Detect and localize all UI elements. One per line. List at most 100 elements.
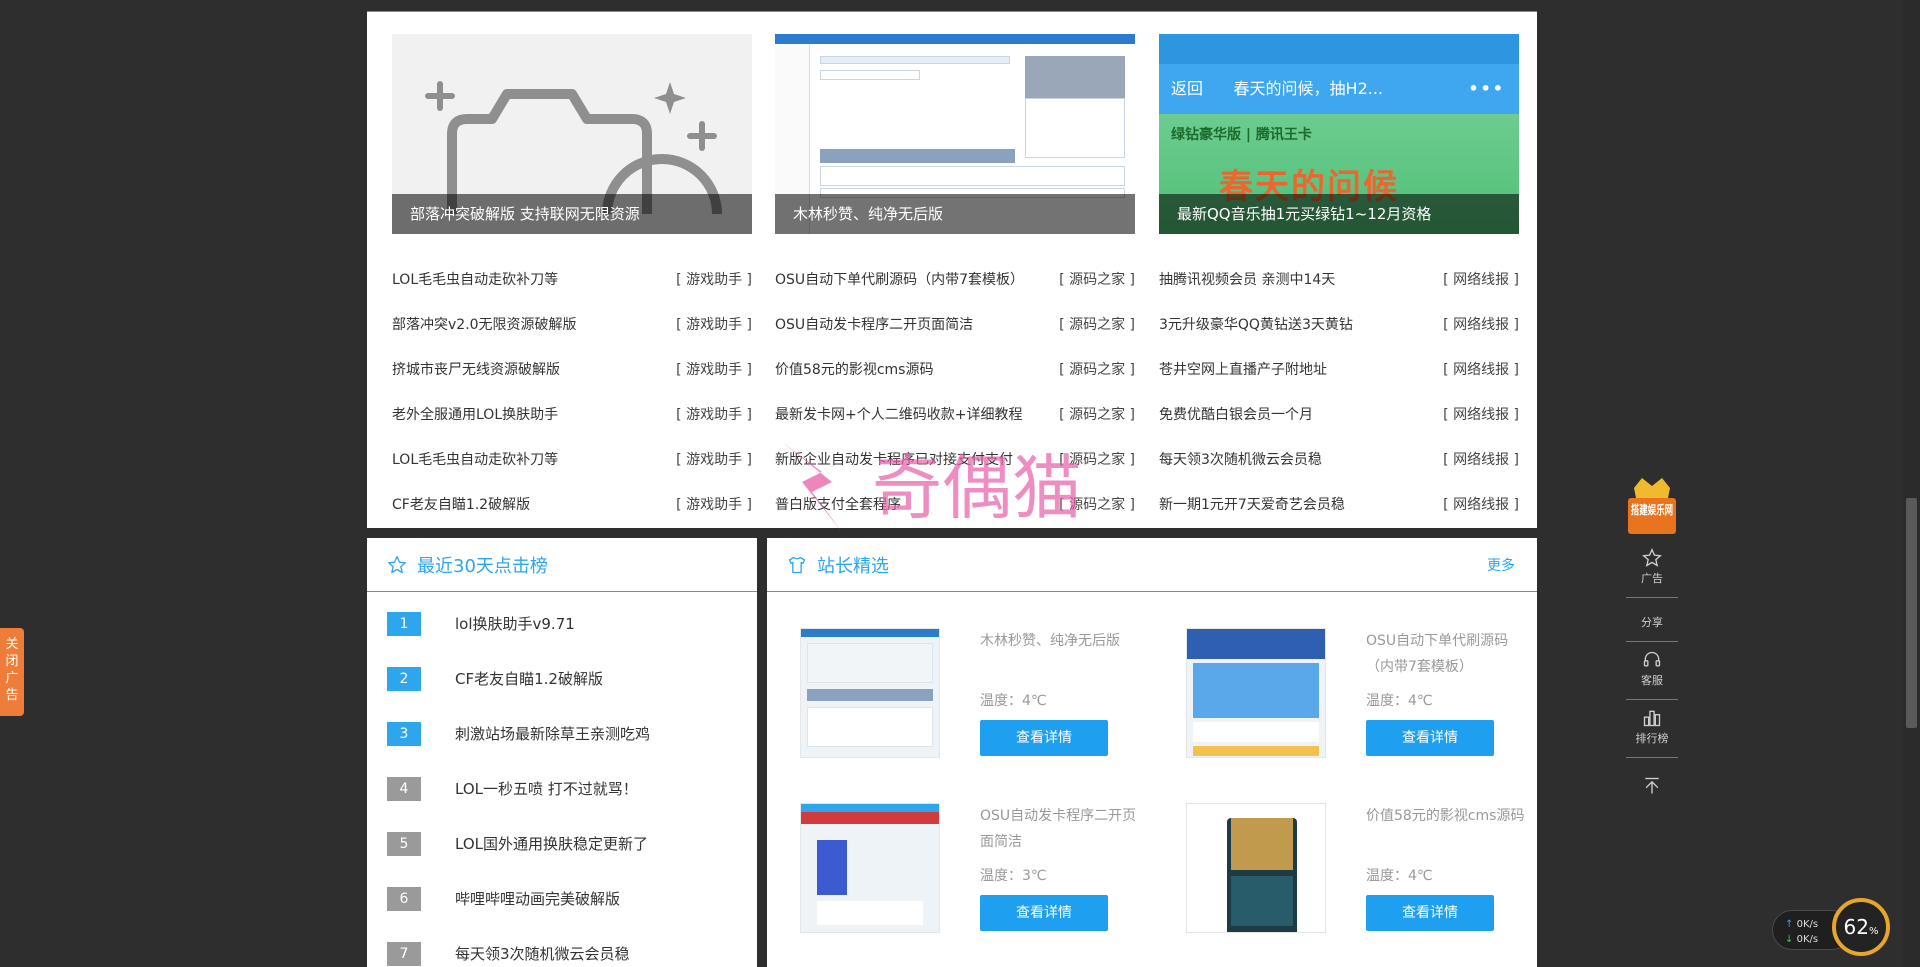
pick-card[interactable]: 价值58元的影视cms源码 温度：4℃ 查看详情 — [1186, 803, 1526, 963]
rank-item[interactable]: 4 LOL一秒五喷 打不过就骂！ — [387, 777, 757, 832]
arrow-up-icon — [1645, 777, 1659, 794]
article-list: LOL毛毛虫自动走砍补刀等[ 游戏助手 ] 部落冲突v2.0无限资源破解版[ 游… — [392, 258, 752, 528]
rank-number: 1 — [387, 612, 421, 636]
camera-placeholder-icon — [425, 81, 722, 214]
featured-caption[interactable]: 部落冲突破解版 支持联网无限资源 — [392, 194, 752, 234]
rank-number: 5 — [387, 832, 421, 856]
pick-thumbnail[interactable] — [800, 803, 940, 933]
view-details-button[interactable]: 查看详情 — [980, 895, 1108, 931]
nav-title: 春天的问候，抽H2... — [1233, 79, 1384, 98]
list-item[interactable]: 3元升级豪华QQ黄钻送3天黄钻[ 网络线报 ] — [1159, 303, 1519, 348]
sidebar-rank-button[interactable]: 排行榜 — [1626, 700, 1678, 758]
sidebar-rank-label: 排行榜 — [1635, 732, 1669, 745]
list-item[interactable]: 苍井空网上直播产子附地址[ 网络线报 ] — [1159, 348, 1519, 393]
scrollbar[interactable] — [1903, 0, 1920, 967]
shirt-icon — [788, 556, 806, 573]
featured-card[interactable]: 返回 春天的问候，抽H2... ••• 绿钻豪华版 | 腾讯王卡 春天的问候 最新… — [1159, 34, 1519, 234]
list-item[interactable]: OSU自动下单代刷源码（内带7套模板）[ 源码之家 ] — [775, 258, 1135, 303]
list-item[interactable]: 部落冲突v2.0无限资源破解版[ 游戏助手 ] — [392, 303, 752, 348]
rank-number: 6 — [387, 887, 421, 911]
rank-number: 2 — [387, 667, 421, 691]
list-item[interactable]: OSU自动发卡程序二开页面简洁[ 源码之家 ] — [775, 303, 1135, 348]
rank-item[interactable]: 6 哔哩哔哩动画完美破解版 — [387, 887, 757, 942]
list-item[interactable]: 挤城市丧尸无线资源破解版[ 游戏助手 ] — [392, 348, 752, 393]
list-item[interactable]: 新版企业自动发卡程序已对接支付支付[ 源码之家 ] — [775, 438, 1135, 483]
pick-thumbnail[interactable] — [1186, 803, 1326, 933]
pick-thumbnail[interactable] — [1186, 628, 1326, 758]
more-link[interactable]: 更多 — [1487, 555, 1515, 575]
crown-text-line: 搭建娱乐网 — [1631, 502, 1673, 517]
list-item[interactable]: CF老友自瞄1.2破解版[ 游戏助手 ] — [392, 483, 752, 528]
bar-chart-icon — [1643, 710, 1661, 727]
featured-card[interactable]: 部落冲突破解版 支持联网无限资源 — [392, 34, 752, 234]
rank-item[interactable]: 7 每天领3次随机微云会员稳 — [387, 942, 757, 967]
list-item[interactable]: 普白版支付全套程序[ 源码之家 ] — [775, 483, 1135, 528]
top-panel: 部落冲突破解版 支持联网无限资源 LOL毛毛虫自动走砍补刀等[ 游戏助手 ] 部… — [367, 0, 1537, 528]
ranking-title: 最近30天点击榜 — [417, 555, 548, 577]
list-item[interactable]: LOL毛毛虫自动走砍补刀等[ 游戏助手 ] — [392, 438, 752, 483]
featured-caption[interactable]: 最新QQ音乐抽1元买绿钻1~12月资格 — [1159, 194, 1519, 234]
pick-temperature: 温度：3℃ — [980, 868, 1047, 884]
sidebar-share-button[interactable]: 分享 — [1626, 598, 1678, 642]
sidebar-ad-label: 广告 — [1641, 572, 1663, 585]
sidebar-service-button[interactable]: 客服 — [1626, 642, 1678, 700]
rank-item[interactable]: 5 LOL国外通用换肤稳定更新了 — [387, 832, 757, 887]
sidebar-ad-button[interactable]: 广告 — [1626, 540, 1678, 598]
scrollbar-thumb[interactable] — [1906, 498, 1917, 728]
memory-percent-ring[interactable]: 62% — [1832, 898, 1890, 956]
promo-badge: 绿钻豪华版 | 腾讯王卡 — [1171, 127, 1312, 143]
list-item[interactable]: 价值58元的影视cms源码[ 源码之家 ] — [775, 348, 1135, 393]
column-games: 部落冲突破解版 支持联网无限资源 LOL毛毛虫自动走砍补刀等[ 游戏助手 ] 部… — [392, 34, 752, 528]
pick-temperature: 温度：4℃ — [1366, 693, 1433, 709]
list-item[interactable]: LOL毛毛虫自动走砍补刀等[ 游戏助手 ] — [392, 258, 752, 303]
list-item[interactable]: 免费优酷白银会员一个月[ 网络线报 ] — [1159, 393, 1519, 438]
back-label: 返回 — [1171, 79, 1204, 98]
pick-title[interactable]: OSU自动发卡程序二开页面简洁 — [980, 803, 1140, 855]
ranking-list: 1 lol换肤助手v9.71 2 CF老友自瞄1.2破解版 3 刺激站场最新除草王亲测… — [367, 592, 757, 967]
back-to-top-button[interactable] — [1626, 758, 1678, 816]
pick-card[interactable]: 木林秒赞、纯净无后版 温度：4℃ 查看详情 — [800, 628, 1140, 788]
floating-sidebar: 搭建娱乐网 广告 分享 客服 排行榜 — [1626, 470, 1678, 816]
rank-item[interactable]: 3 刺激站场最新除草王亲测吃鸡 — [387, 722, 757, 777]
ranking-header: 最近30天点击榜 — [367, 538, 757, 592]
crown-logo-icon[interactable]: 搭建娱乐网 — [1626, 470, 1678, 536]
rank-number: 7 — [387, 942, 421, 966]
picks-panel: 站长精选 更多 木林秒赞、纯净无后版 温度：4℃ 查看详情 OSU自动下单代刷源… — [767, 538, 1537, 967]
pick-title[interactable]: 木林秒赞、纯净无后版 — [980, 628, 1140, 654]
close-ad-button[interactable]: 关闭广告 — [0, 628, 24, 716]
pick-title[interactable]: OSU自动下单代刷源码（内带7套模板） — [1366, 628, 1526, 680]
pick-card[interactable]: OSU自动发卡程序二开页面简洁 温度：3℃ 查看详情 — [800, 803, 1140, 963]
list-item[interactable]: 抽腾讯视频会员 亲测中14天[ 网络线报 ] — [1159, 258, 1519, 303]
list-item[interactable]: 最新发卡网+个人二维码收款+详细教程[ 源码之家 ] — [775, 393, 1135, 438]
main-content: 部落冲突破解版 支持联网无限资源 LOL毛毛虫自动走砍补刀等[ 游戏助手 ] 部… — [367, 0, 1537, 967]
star-icon — [388, 555, 406, 573]
view-details-button[interactable]: 查看详情 — [1366, 720, 1494, 756]
download-speed: 0K/s — [1796, 934, 1819, 945]
list-item[interactable]: 每天领3次随机微云会员稳[ 网络线报 ] — [1159, 438, 1519, 483]
sidebar-service-label: 客服 — [1641, 674, 1663, 687]
column-news: 返回 春天的问候，抽H2... ••• 绿钻豪华版 | 腾讯王卡 春天的问候 最新… — [1159, 34, 1519, 528]
list-item[interactable]: 新一期1元开7天爱奇艺会员稳[ 网络线报 ] — [1159, 483, 1519, 528]
upload-speed: 0K/s — [1796, 919, 1819, 930]
memory-percent: 62 — [1843, 915, 1869, 939]
featured-card[interactable]: 木林秒赞、纯净无后版 — [775, 34, 1135, 234]
network-speed-widget[interactable]: ↑ 0K/s ↓ 0K/s 62% — [1772, 898, 1892, 956]
rank-item[interactable]: 2 CF老友自瞄1.2破解版 — [387, 667, 757, 722]
rank-number: 4 — [387, 777, 421, 801]
star-icon — [1642, 548, 1662, 567]
pick-temperature: 温度：4℃ — [1366, 868, 1433, 884]
rank-number: 3 — [387, 722, 421, 746]
view-details-button[interactable]: 查看详情 — [980, 720, 1108, 756]
view-details-button[interactable]: 查看详情 — [1366, 895, 1494, 931]
sidebar-share-label: 分享 — [1641, 616, 1663, 629]
column-source: 木林秒赞、纯净无后版 OSU自动下单代刷源码（内带7套模板）[ 源码之家 ] O… — [775, 34, 1135, 528]
pick-card[interactable]: OSU自动下单代刷源码（内带7套模板） 温度：4℃ 查看详情 — [1186, 628, 1526, 788]
list-item[interactable]: 老外全服通用LOL换肤助手[ 游戏助手 ] — [392, 393, 752, 438]
ranking-panel: 最近30天点击榜 1 lol换肤助手v9.71 2 CF老友自瞄1.2破解版 3 刺激… — [367, 538, 757, 967]
pick-thumbnail[interactable] — [800, 628, 940, 758]
article-list: OSU自动下单代刷源码（内带7套模板）[ 源码之家 ] OSU自动发卡程序二开页… — [775, 258, 1135, 528]
pick-title[interactable]: 价值58元的影视cms源码 — [1366, 803, 1526, 829]
featured-caption[interactable]: 木林秒赞、纯净无后版 — [775, 194, 1135, 234]
rank-item[interactable]: 1 lol换肤助手v9.71 — [387, 612, 757, 667]
article-list: 抽腾讯视频会员 亲测中14天[ 网络线报 ] 3元升级豪华QQ黄钻送3天黄钻[ … — [1159, 258, 1519, 528]
